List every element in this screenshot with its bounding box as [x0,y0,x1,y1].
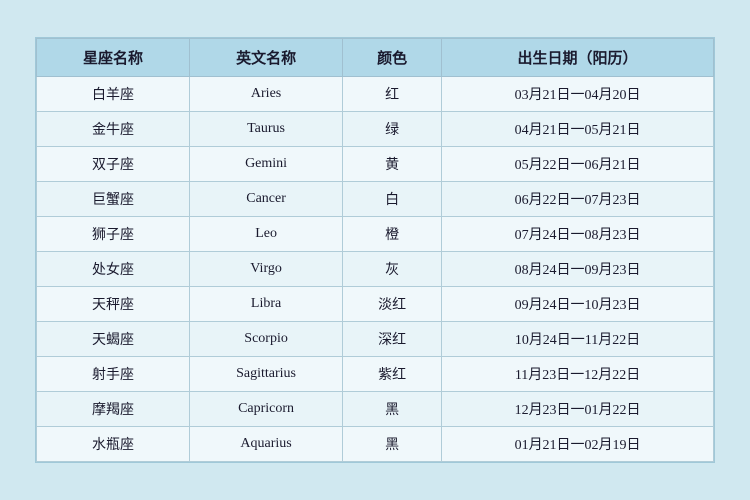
table-row: 天蝎座Scorpio深红10月24日一11月22日 [37,322,714,357]
cell-3-3: 06月22日一07月23日 [442,182,714,217]
table-row: 金牛座Taurus绿04月21日一05月21日 [37,112,714,147]
cell-4-3: 07月24日一08月23日 [442,217,714,252]
cell-2-1: Gemini [190,147,343,182]
cell-4-2: 橙 [343,217,442,252]
cell-3-2: 白 [343,182,442,217]
cell-10-0: 水瓶座 [37,427,190,462]
cell-0-1: Aries [190,77,343,112]
cell-6-3: 09月24日一10月23日 [442,287,714,322]
cell-3-0: 巨蟹座 [37,182,190,217]
cell-8-2: 紫红 [343,357,442,392]
cell-2-2: 黄 [343,147,442,182]
table-row: 巨蟹座Cancer白06月22日一07月23日 [37,182,714,217]
cell-1-1: Taurus [190,112,343,147]
cell-8-1: Sagittarius [190,357,343,392]
cell-1-0: 金牛座 [37,112,190,147]
table-row: 摩羯座Capricorn黑12月23日一01月22日 [37,392,714,427]
table-header-row: 星座名称英文名称颜色出生日期（阳历） [37,39,714,77]
cell-10-1: Aquarius [190,427,343,462]
header-col-3: 出生日期（阳历） [442,39,714,77]
cell-6-1: Libra [190,287,343,322]
cell-5-0: 处女座 [37,252,190,287]
table-body: 白羊座Aries红03月21日一04月20日金牛座Taurus绿04月21日一0… [37,77,714,462]
cell-8-3: 11月23日一12月22日 [442,357,714,392]
cell-2-3: 05月22日一06月21日 [442,147,714,182]
table-row: 水瓶座Aquarius黑01月21日一02月19日 [37,427,714,462]
cell-9-2: 黑 [343,392,442,427]
cell-3-1: Cancer [190,182,343,217]
cell-4-0: 狮子座 [37,217,190,252]
cell-9-3: 12月23日一01月22日 [442,392,714,427]
cell-1-3: 04月21日一05月21日 [442,112,714,147]
cell-0-3: 03月21日一04月20日 [442,77,714,112]
header-col-0: 星座名称 [37,39,190,77]
cell-6-2: 淡红 [343,287,442,322]
cell-9-1: Capricorn [190,392,343,427]
cell-0-0: 白羊座 [37,77,190,112]
cell-5-2: 灰 [343,252,442,287]
cell-7-2: 深红 [343,322,442,357]
table-row: 双子座Gemini黄05月22日一06月21日 [37,147,714,182]
cell-7-3: 10月24日一11月22日 [442,322,714,357]
table-row: 狮子座Leo橙07月24日一08月23日 [37,217,714,252]
cell-7-1: Scorpio [190,322,343,357]
zodiac-table-container: 星座名称英文名称颜色出生日期（阳历） 白羊座Aries红03月21日一04月20… [35,37,715,463]
cell-2-0: 双子座 [37,147,190,182]
table-row: 天秤座Libra淡红09月24日一10月23日 [37,287,714,322]
header-col-2: 颜色 [343,39,442,77]
table-row: 白羊座Aries红03月21日一04月20日 [37,77,714,112]
cell-4-1: Leo [190,217,343,252]
zodiac-table: 星座名称英文名称颜色出生日期（阳历） 白羊座Aries红03月21日一04月20… [36,38,714,462]
cell-9-0: 摩羯座 [37,392,190,427]
cell-0-2: 红 [343,77,442,112]
cell-6-0: 天秤座 [37,287,190,322]
cell-5-3: 08月24日一09月23日 [442,252,714,287]
cell-10-2: 黑 [343,427,442,462]
cell-5-1: Virgo [190,252,343,287]
cell-8-0: 射手座 [37,357,190,392]
table-row: 射手座Sagittarius紫红11月23日一12月22日 [37,357,714,392]
cell-10-3: 01月21日一02月19日 [442,427,714,462]
table-row: 处女座Virgo灰08月24日一09月23日 [37,252,714,287]
cell-7-0: 天蝎座 [37,322,190,357]
cell-1-2: 绿 [343,112,442,147]
header-col-1: 英文名称 [190,39,343,77]
